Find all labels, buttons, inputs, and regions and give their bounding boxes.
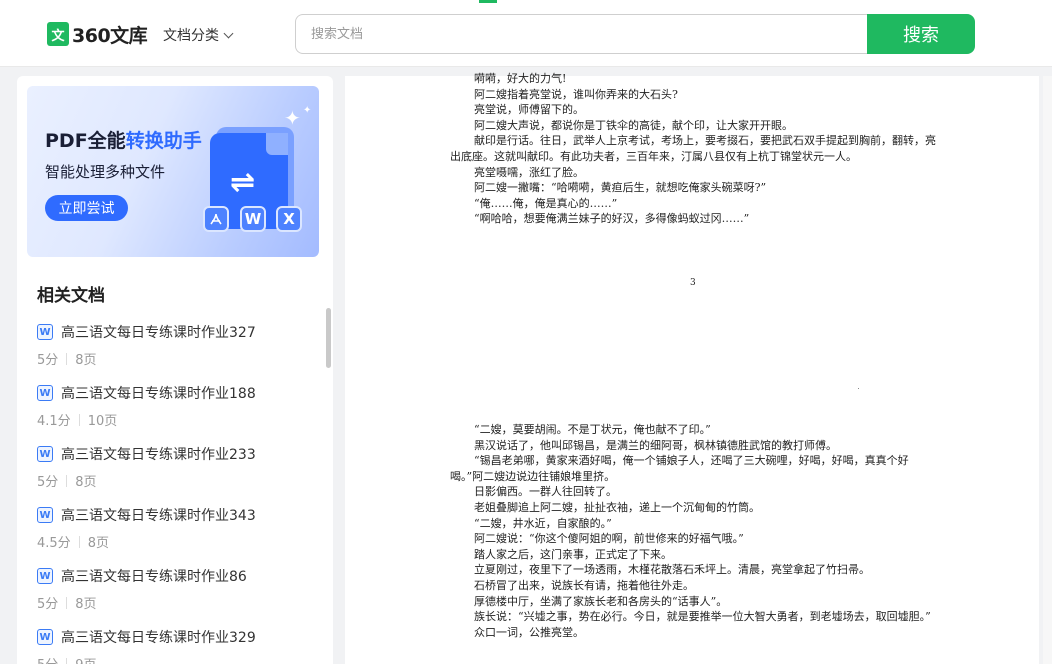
doc-paragraph: “俺……俺，俺是真心的……”	[474, 196, 618, 210]
search-input[interactable]	[295, 14, 867, 54]
related-doc-item[interactable]: W 高三语文每日专练课时作业329 5分 9页	[37, 627, 317, 664]
category-dropdown[interactable]: 文档分类	[163, 25, 234, 45]
logo-text: 360文库	[72, 24, 148, 47]
related-doc-item[interactable]: W 高三语文每日专练课时作业233 5分 8页	[37, 444, 317, 505]
doc-pages: 9页	[75, 654, 96, 664]
left-sidebar: ✦ ✦ PDF全能转换助手 智能处理多种文件 立即尝试 ⇌ W X 相关文档 W…	[17, 76, 333, 664]
sidebar-scrollbar[interactable]	[326, 308, 331, 368]
doc-score: 4.1分	[37, 414, 71, 429]
promo-subtitle: 智能处理多种文件	[45, 163, 166, 181]
page-text-block-top: 嗬嗬，好大的力气! 阿二嫂指着亮堂说，谁叫你弄来的大石头? 亮堂说，师傅留下的。…	[450, 71, 940, 227]
related-doc-item[interactable]: W 高三语文每日专练课时作业327 5分 8页	[37, 322, 317, 383]
doc-paragraph: 阿二嫂说：“你这个傻阿姐的啊，前世修来的好福气哦。”	[474, 532, 744, 546]
word-doc-icon: W	[37, 385, 53, 401]
doc-paragraph: 老姐叠脚追上阿二嫂，扯扯衣袖，递上一个沉甸甸的竹筒。	[474, 500, 760, 514]
meta-divider	[78, 535, 80, 548]
doc-score: 5分	[37, 475, 59, 490]
doc-pages: 8页	[75, 475, 97, 490]
page-number: 3	[690, 278, 696, 288]
doc-paragraph: “锡昌老弟哪，黄家来酒好喝，俺一个铺娘子人，还喝了三大碗哩，好喝，好喝，真真个好…	[450, 454, 909, 483]
related-doc-item[interactable]: W 高三语文每日专练课时作业343 4.5分 8页	[37, 505, 317, 566]
doc-paragraph: 亮堂嗫嚅，涨红了脸。	[474, 165, 584, 179]
sparkle-icon: ✦	[284, 106, 301, 130]
logo-mark-icon: 文	[47, 22, 69, 46]
file-fold-icon	[266, 133, 288, 155]
promo-title-highlight: 转换助手	[125, 130, 202, 152]
doc-paragraph: 厚德楼中厅，坐满了家族长老和各房头的“话事人”。	[474, 594, 728, 608]
doc-paragraph: 阿二嫂一撇嘴：“哈嗬嗬，黄疸后生，就想吃俺家头碗菜呀?”	[474, 181, 767, 195]
related-docs-list: W 高三语文每日专练课时作业327 5分 8页 W 高三语文每日专练课时作业188…	[37, 322, 317, 664]
doc-pages: 8页	[75, 353, 97, 368]
site-logo[interactable]: 文 360文库	[47, 21, 148, 47]
pdf-badge-icon	[203, 206, 229, 232]
related-doc-title[interactable]: 高三语文每日专练课时作业233	[61, 444, 256, 464]
related-doc-title[interactable]: 高三语文每日专练课时作业86	[61, 566, 247, 586]
doc-paragraph: “啊哈哈，想要俺满兰妹子的好汉，多得像蚂蚁过冈……”	[474, 212, 750, 226]
viewer-right-edge	[1043, 76, 1052, 664]
related-doc-item[interactable]: W 高三语文每日专练课时作业188 4.1分 10页	[37, 383, 317, 444]
meta-divider	[66, 657, 68, 664]
doc-pages: 8页	[87, 536, 109, 551]
doc-score: 4.5分	[37, 536, 71, 551]
chevron-down-icon	[223, 28, 234, 38]
doc-paragraph: 阿二嫂指着亮堂说，谁叫你弄来的大石头?	[474, 87, 678, 101]
related-doc-title[interactable]: 高三语文每日专练课时作业188	[61, 383, 256, 403]
doc-paragraph: 嗬嗬，好大的力气!	[474, 72, 567, 85]
doc-paragraph: 众口一词，公推亮堂。	[474, 625, 584, 639]
document-viewer[interactable]: 嗬嗬，好大的力气! 阿二嫂指着亮堂说，谁叫你弄来的大石头? 亮堂说，师傅留下的。…	[345, 72, 1039, 664]
meta-divider	[66, 596, 68, 609]
page-speck	[858, 388, 859, 389]
sparkle-small-icon: ✦	[303, 105, 312, 116]
word-doc-icon: W	[37, 507, 53, 523]
search-button[interactable]: 搜索	[867, 14, 975, 54]
page-text-block-bottom: “二嫂，莫要胡闹。不是丁状元，俺也献不了印。” 黑汉说话了，他叫邱锡昌，是满兰的…	[450, 422, 940, 640]
word-doc-icon: W	[37, 629, 53, 645]
swap-arrows-icon: ⇌	[230, 165, 256, 200]
category-label: 文档分类	[163, 28, 219, 44]
try-now-button[interactable]: 立即尝试	[45, 195, 128, 221]
doc-pages: 8页	[75, 597, 97, 612]
doc-paragraph: 族长说：“兴墟之事，势在必行。今日，就是要推举一位大智大勇者，到老墟场去，取回墟…	[474, 610, 931, 624]
promo-title: PDF全能转换助手	[45, 126, 202, 153]
doc-paragraph: 献印是行话。往日，武举人上京考试，考场上，要考掇石，要把武石双手提起到胸前，翻转…	[450, 134, 936, 163]
related-doc-title[interactable]: 高三语文每日专练课时作业329	[61, 627, 256, 647]
word-doc-icon: W	[37, 324, 53, 340]
doc-score: 5分	[37, 353, 59, 368]
doc-paragraph: “二嫂，莫要胡闹。不是丁状元，俺也献不了印。”	[474, 423, 711, 436]
excel-badge-icon: X	[276, 206, 302, 232]
doc-paragraph: 踏人家之后，这门亲事，正式定了下来。	[474, 547, 672, 561]
meta-divider	[78, 413, 80, 426]
doc-paragraph: 石桥冒了出来，说族长有请，拖着他往外走。	[474, 578, 694, 592]
doc-score: 5分	[37, 654, 58, 664]
top-header: 文 360文库 文档分类 搜索	[0, 0, 1052, 67]
doc-pages: 10页	[87, 414, 118, 429]
related-doc-title[interactable]: 高三语文每日专练课时作业327	[61, 322, 256, 342]
doc-paragraph: 黑汉说话了，他叫邱锡昌，是满兰的细阿哥，枫林镇德胜武馆的教打师傅。	[474, 438, 837, 452]
pdf-converter-promo[interactable]: ✦ ✦ PDF全能转换助手 智能处理多种文件 立即尝试 ⇌ W X	[27, 86, 319, 257]
doc-paragraph: 亮堂说，师傅留下的。	[474, 103, 584, 117]
related-docs-title: 相关文档	[37, 286, 105, 306]
meta-divider	[66, 474, 68, 487]
doc-paragraph: 日影偏西。一群人往回转了。	[474, 485, 617, 499]
doc-paragraph: 阿二嫂大声说，都说你是丁铁伞的高徒，献个印，让大家开开眼。	[474, 118, 793, 132]
search-bar: 搜索	[295, 14, 975, 54]
word-badge-icon: W	[240, 206, 266, 232]
doc-paragraph: “二嫂，井水近，自家酿的。”	[474, 516, 612, 530]
doc-paragraph: 立夏刚过，夜里下了一场透雨，木槿花散落石禾坪上。清晨，亮堂拿起了竹扫帚。	[474, 563, 870, 577]
meta-divider	[66, 352, 68, 365]
active-tab-indicator	[479, 0, 497, 3]
doc-score: 5分	[37, 597, 59, 612]
promo-title-prefix: PDF全能	[45, 130, 126, 152]
word-doc-icon: W	[37, 568, 53, 584]
related-doc-item[interactable]: W 高三语文每日专练课时作业86 5分 8页	[37, 566, 317, 627]
related-doc-title[interactable]: 高三语文每日专练课时作业343	[61, 505, 256, 525]
word-doc-icon: W	[37, 446, 53, 462]
